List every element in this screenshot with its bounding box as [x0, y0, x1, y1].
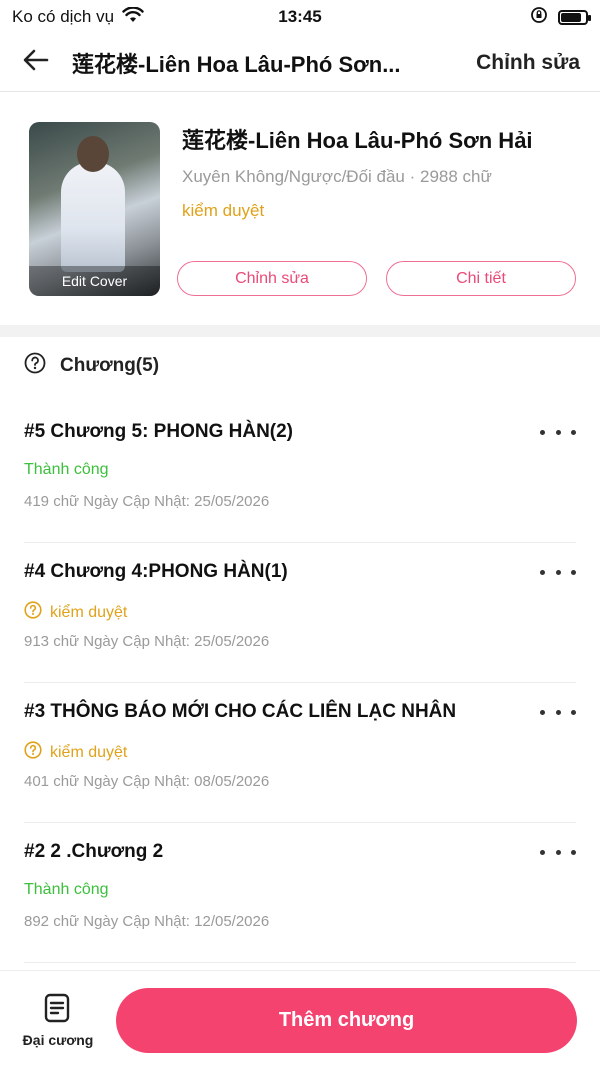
cover-illustration-head	[77, 136, 109, 172]
orientation-lock-icon	[530, 6, 548, 29]
edit-cover-label: Edit Cover	[29, 266, 160, 296]
chapter-meta: 892 chữ Ngày Cập Nhật: 12/05/2026	[24, 913, 270, 930]
carrier-label: Ko có dịch vụ	[12, 7, 115, 26]
arrow-left-icon	[23, 49, 49, 76]
chapter-status-label: Thành công	[24, 461, 109, 478]
chapter-title: #5 Chương 5: PHONG HÀN(2)	[24, 421, 294, 442]
outline-button[interactable]: Đại cương	[18, 993, 98, 1053]
chapter-title: #4 Chương 4:PHONG HÀN(1)	[24, 561, 288, 582]
book-edit-button[interactable]: Chỉnh sửa	[177, 261, 367, 296]
battery-icon	[558, 9, 591, 25]
cover-illustration	[61, 162, 125, 272]
chapter-status: Thành công	[24, 461, 109, 479]
more-options-icon[interactable]	[540, 701, 576, 723]
status-right	[530, 6, 591, 29]
status-left: Ko có dịch vụ	[12, 5, 144, 28]
chapter-meta: 913 chữ Ngày Cập Nhật: 25/05/2026	[24, 633, 270, 650]
book-status: kiểm duyệt	[182, 201, 265, 220]
chapter-status: kiểm duyệt	[24, 601, 127, 624]
status-bar: Ko có dịch vụ 13:45	[0, 0, 600, 34]
chapter-item[interactable]: #4 Chương 4:PHONG HÀN(1) kiểm duyệt 913 …	[24, 543, 576, 683]
more-options-icon[interactable]	[540, 421, 576, 443]
book-detail-button[interactable]: Chi tiết	[386, 261, 576, 296]
more-options-icon[interactable]	[540, 561, 576, 583]
chapter-status: Thành công	[24, 881, 109, 899]
chapter-item[interactable]: #3 THÔNG BÁO MỚI CHO CÁC LIÊN LẠC NHÂN k…	[24, 683, 576, 823]
question-circle-icon	[24, 601, 42, 624]
chapter-title: #3 THÔNG BÁO MỚI CHO CÁC LIÊN LẠC NHÂN	[24, 701, 457, 722]
edit-button[interactable]: Chỉnh sửa	[446, 51, 600, 75]
chapter-status: kiểm duyệt	[24, 741, 127, 764]
question-circle-icon	[24, 741, 42, 764]
wifi-icon	[122, 5, 144, 28]
chapter-meta: 419 chữ Ngày Cập Nhật: 25/05/2026	[24, 493, 270, 510]
chapter-item[interactable]: #5 Chương 5: PHONG HÀN(2) Thành công 419…	[24, 403, 576, 543]
more-options-icon[interactable]	[540, 841, 576, 863]
bottom-bar: Đại cương Thêm chương	[0, 970, 600, 1067]
chapters-header: Chương(5)	[24, 350, 159, 382]
add-chapter-button[interactable]: Thêm chương	[116, 988, 577, 1053]
back-button[interactable]	[0, 34, 72, 92]
battery-level	[561, 12, 582, 22]
outline-label: Đại cương	[22, 1032, 94, 1048]
navigation-bar: 莲花楼-Liên Hoa Lâu-Phó Sơn... Chỉnh sửa	[0, 34, 600, 92]
book-title: 莲花楼-Liên Hoa Lâu-Phó Sơn Hải	[182, 128, 533, 153]
chapter-status-label: kiểm duyệt	[50, 743, 128, 761]
book-header: Edit Cover 莲花楼-Liên Hoa Lâu-Phó Sơn Hải …	[0, 93, 600, 325]
chapter-meta: 401 chữ Ngày Cập Nhật: 08/05/2026	[24, 773, 270, 790]
chapter-status-label: kiểm duyệt	[50, 603, 128, 621]
notes-icon	[44, 993, 72, 1026]
page-title: 莲花楼-Liên Hoa Lâu-Phó Sơn...	[72, 51, 401, 77]
chapter-status-label: Thành công	[24, 881, 109, 898]
chapters-count-label: Chương(5)	[60, 355, 160, 376]
book-cover[interactable]: Edit Cover	[29, 122, 160, 296]
question-circle-icon[interactable]	[24, 352, 46, 380]
chapter-title: #2 2 .Chương 2	[24, 841, 164, 862]
book-meta: Xuyên Không/Ngược/Đối đầu · 2988 chữ	[182, 167, 492, 186]
book-info: 莲花楼-Liên Hoa Lâu-Phó Sơn Hải Xuyên Không…	[182, 123, 584, 221]
chapter-item[interactable]: #2 2 .Chương 2 Thành công 892 chữ Ngày C…	[24, 823, 576, 963]
section-divider	[0, 325, 600, 337]
